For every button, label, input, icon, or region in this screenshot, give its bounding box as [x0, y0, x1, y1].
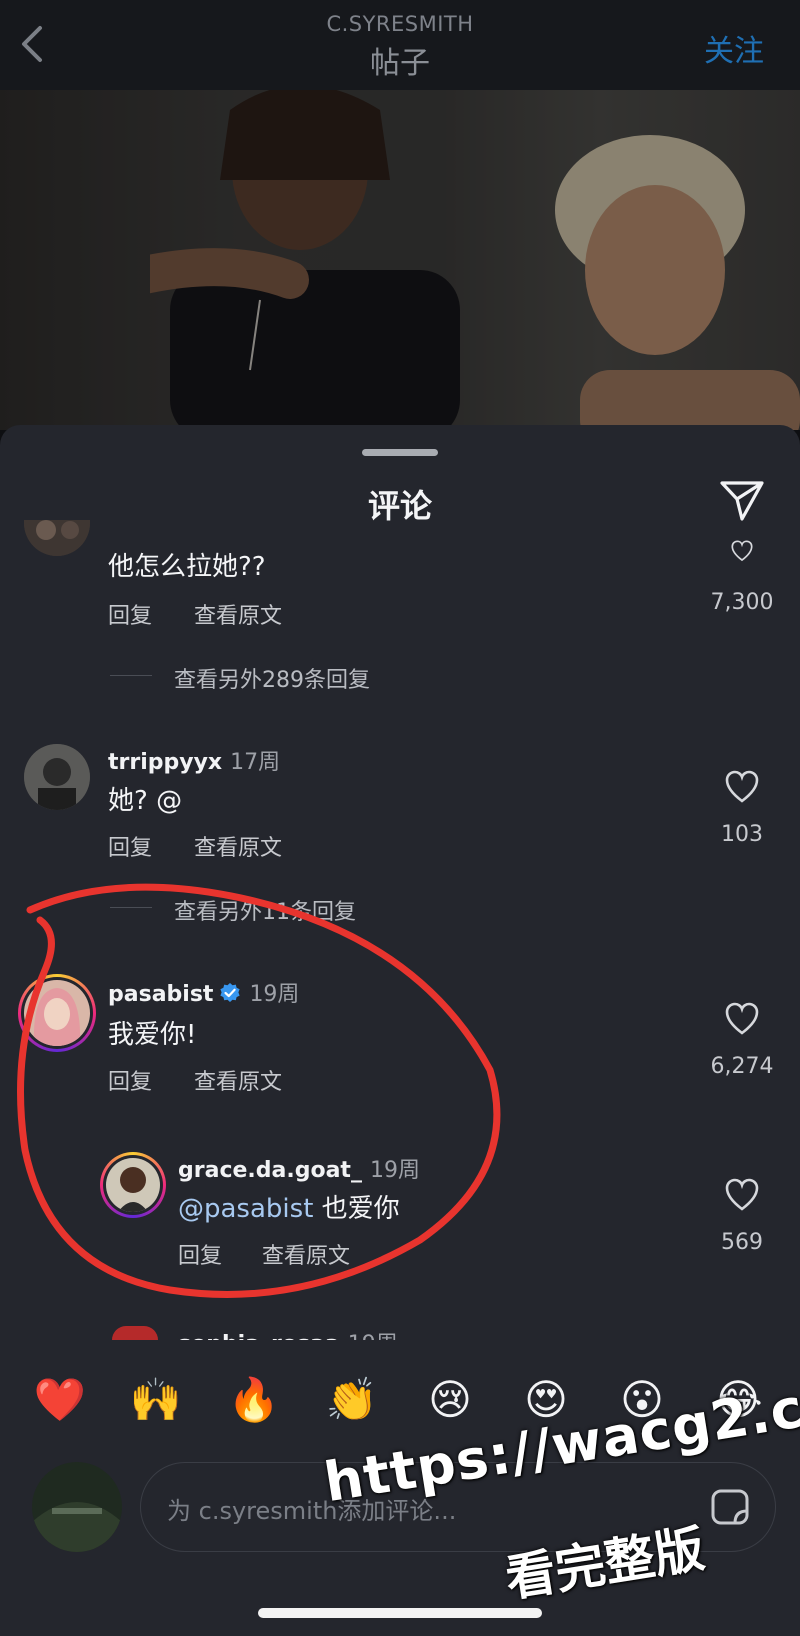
replies-divider	[110, 675, 152, 676]
page-title: 帖子	[370, 46, 430, 81]
verified-badge-icon	[220, 983, 241, 1002]
emoji-crying[interactable]: 😢	[420, 1372, 480, 1428]
emoji-fire[interactable]: 🔥	[224, 1372, 284, 1428]
comment-text: 她? @	[108, 786, 183, 816]
replies-divider	[110, 907, 152, 908]
heart-icon[interactable]	[724, 1002, 760, 1036]
view-more-replies[interactable]: 查看另外289条回复	[174, 662, 370, 694]
comment-time: 17周	[230, 750, 281, 775]
heart-icon[interactable]	[724, 540, 760, 562]
avatar-image	[24, 744, 90, 810]
like-count: 103	[721, 822, 763, 847]
like-count: 6,274	[710, 1054, 774, 1079]
comment-text: 我爱你!	[108, 1020, 197, 1050]
sheet-drag-handle[interactable]	[362, 449, 438, 456]
follow-button[interactable]: 关注	[704, 26, 764, 70]
header-username: C.SYRESMITH	[326, 12, 474, 36]
see-original-button[interactable]: 查看原文	[262, 1238, 350, 1270]
comment-username: sophia_rosaa 19周	[178, 1326, 398, 1340]
photo-dim-overlay	[0, 90, 800, 430]
see-original-button[interactable]: 查看原文	[194, 830, 282, 862]
like-count: 569	[721, 1230, 763, 1255]
comment-username: grace.da.goat_ 19周	[178, 1152, 420, 1184]
comment-text-body: 也爱你	[321, 1194, 400, 1224]
see-original-button[interactable]: 查看原文	[194, 1064, 282, 1096]
username-text[interactable]: grace.da.goat_	[178, 1158, 362, 1183]
emoji-raised-hands[interactable]: 🙌	[126, 1372, 186, 1428]
avatar	[24, 980, 90, 1046]
username-text[interactable]: pasabist	[108, 982, 213, 1007]
like-count: 7,300	[710, 590, 774, 615]
comment-username: pasabist 19周	[108, 976, 299, 1008]
mention-link[interactable]: @pasabist	[178, 1194, 313, 1224]
post-photo	[0, 90, 800, 430]
avatar-image	[32, 1462, 122, 1552]
comment-time: 19周	[369, 1158, 420, 1183]
emoji-clap[interactable]: 👏	[322, 1372, 382, 1428]
comment-time: 19周	[249, 982, 300, 1007]
view-more-replies[interactable]: 查看另外11条回复	[174, 894, 356, 926]
sticker-icon[interactable]	[709, 1487, 753, 1527]
avatar-ring-inner	[21, 977, 93, 1049]
sheet-title: 评论	[367, 487, 432, 525]
see-original-button[interactable]: 查看原文	[194, 598, 282, 630]
avatar	[106, 1158, 160, 1212]
avatar-story-ring[interactable]	[18, 974, 96, 1052]
reply-button[interactable]: 回复	[108, 1064, 152, 1096]
comment-username: trrippyyx 17周	[108, 744, 280, 776]
heart-icon[interactable]	[724, 1178, 760, 1212]
reply-button[interactable]: 回复	[108, 598, 152, 630]
heart-icon[interactable]	[724, 770, 760, 804]
avatar-story-ring[interactable]	[100, 1152, 166, 1218]
comment-time: 19周	[348, 1332, 398, 1340]
emoji-heart[interactable]: ❤️	[30, 1372, 90, 1428]
reply-button[interactable]: 回复	[178, 1238, 222, 1270]
avatar-image	[24, 980, 90, 1046]
comment-text: 他怎么拉她??	[108, 552, 266, 582]
username-text[interactable]: sophia_rosaa	[178, 1332, 340, 1340]
avatar-image	[106, 1158, 160, 1212]
avatar[interactable]	[112, 1326, 158, 1340]
top-bar: C.SYRESMITH 帖子 关注	[0, 0, 800, 90]
comment-text: @pasabist 也爱你	[178, 1188, 400, 1225]
share-send-icon[interactable]	[718, 477, 766, 523]
avatar-ring-inner	[103, 1155, 163, 1215]
username-text[interactable]: trrippyyx	[108, 750, 222, 775]
home-indicator	[258, 1608, 542, 1618]
reply-button[interactable]: 回复	[108, 830, 152, 862]
current-user-avatar[interactable]	[32, 1462, 122, 1552]
avatar[interactable]	[24, 744, 90, 810]
